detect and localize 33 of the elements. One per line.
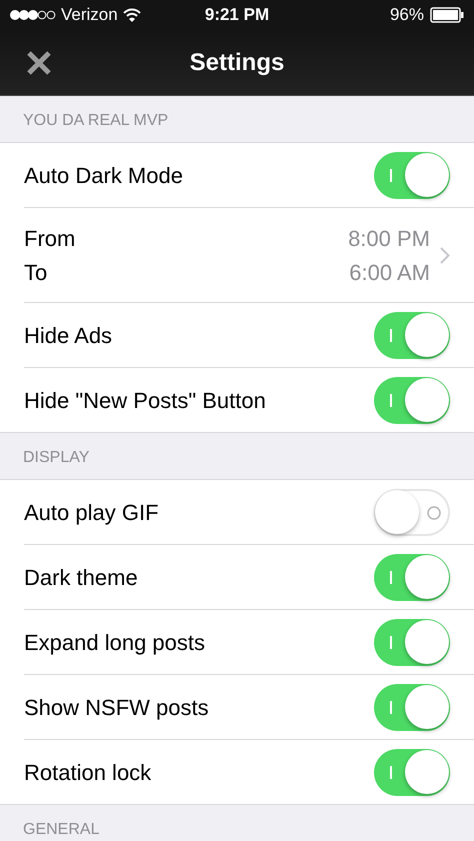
section-header: YOU DA REAL MVP	[23, 112, 168, 130]
screen-title: Settings	[190, 48, 284, 76]
battery-icon	[430, 7, 464, 23]
toggle-switch[interactable]	[374, 619, 450, 666]
signal-icon	[10, 10, 56, 20]
toggle-switch[interactable]	[374, 312, 450, 359]
setting-label: Expand long posts	[24, 630, 206, 656]
setting-label: Show NSFW posts	[24, 694, 210, 720]
wifi-icon	[122, 8, 141, 22]
toggle-switch[interactable]	[374, 377, 450, 424]
setting-label: Hide Ads	[24, 322, 114, 348]
off-circle-icon	[426, 505, 442, 521]
section-header: DISPLAY	[23, 449, 90, 467]
to-label: To	[24, 260, 48, 286]
setting-label: Auto play GIF	[24, 500, 160, 526]
setting-label: Hide "New Posts" Button	[24, 388, 267, 414]
toggle-switch[interactable]	[374, 554, 450, 601]
section-header: GENERAL	[23, 821, 100, 839]
toggle-switch[interactable]	[374, 152, 450, 199]
toggle-switch[interactable]	[374, 749, 450, 796]
toggle-switch[interactable]	[374, 489, 450, 536]
close-icon	[26, 50, 52, 76]
from-label: From	[24, 226, 76, 252]
from-time: 8:00 PM	[348, 226, 430, 252]
setting-label: Auto Dark Mode	[24, 162, 184, 188]
setting-label: Dark theme	[24, 564, 139, 590]
setting-label: Rotation lock	[24, 760, 152, 786]
battery-percent: 96%	[390, 5, 424, 25]
clock-time: 9:21 PM	[204, 5, 270, 25]
to-time: 6:00 AM	[348, 260, 430, 286]
carrier-name: Verizon	[61, 5, 118, 25]
toggle-switch[interactable]	[374, 684, 450, 731]
chevron-icon	[440, 247, 450, 264]
